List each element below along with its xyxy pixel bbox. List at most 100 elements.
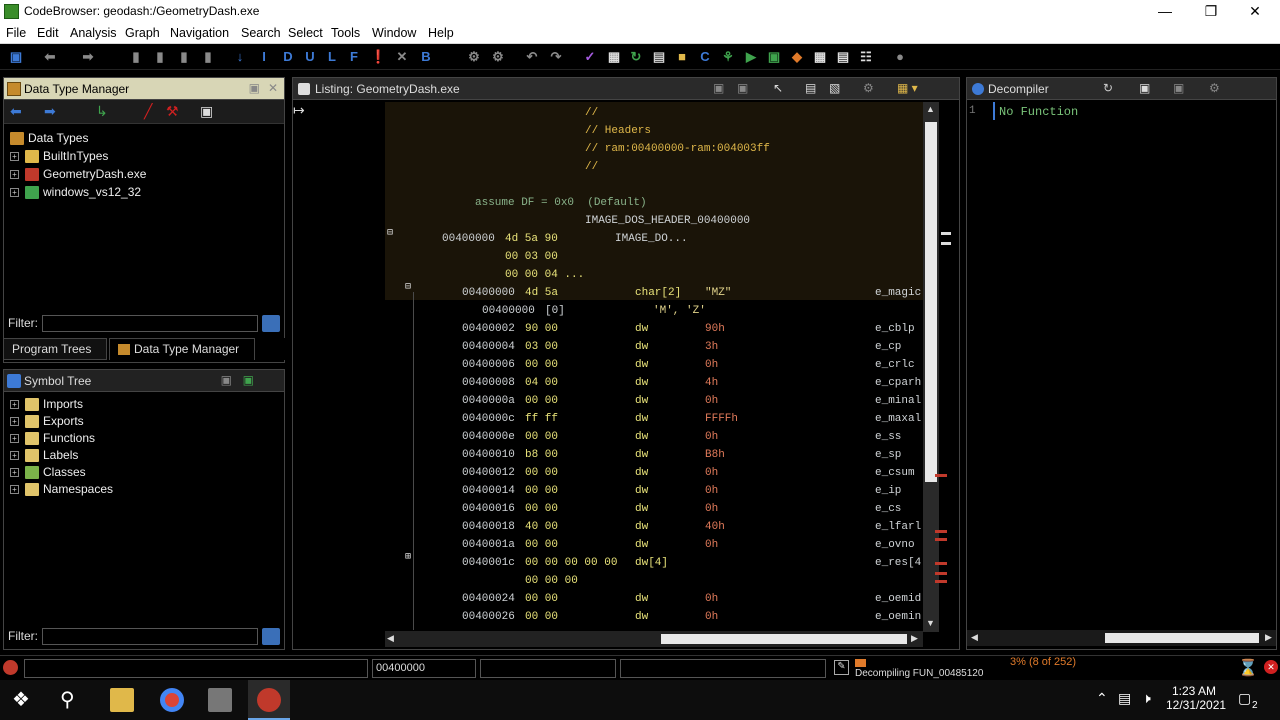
field-name[interactable]: e_sp <box>875 447 901 463</box>
address[interactable]: 00400002 <box>462 321 515 337</box>
tool-icon-3[interactable]: ▦ <box>606 49 622 65</box>
menu-navigation[interactable]: Navigation <box>170 26 229 40</box>
pane-option-icon[interactable]: ▣ <box>249 81 260 95</box>
scroll-thumb[interactable] <box>1105 633 1259 643</box>
copy-icon[interactable]: ▣ <box>1139 81 1150 95</box>
snapshot-icon[interactable]: ⚙ <box>863 81 874 95</box>
tool-icon-8[interactable]: ☷ <box>858 49 874 65</box>
menu-file[interactable]: File <box>6 26 26 40</box>
field-name[interactable]: e_ovno <box>875 537 915 553</box>
nav-icon-1[interactable]: ▮ <box>128 49 144 65</box>
back-icon[interactable]: ⬅ <box>10 103 22 120</box>
label-icon[interactable]: L <box>324 49 340 65</box>
expand-icon[interactable]: ⊞ <box>405 550 411 566</box>
help-icon[interactable]: ● <box>892 49 908 65</box>
field-name[interactable]: e_cs <box>875 501 901 517</box>
symbol-namespaces[interactable]: + Namespaces <box>10 482 113 497</box>
ghidra-task-button[interactable] <box>248 680 290 720</box>
refresh-icon[interactable]: ↻ <box>628 49 644 65</box>
listing-horizontal-scrollbar[interactable]: ◀ ▶ <box>385 631 923 647</box>
field-name[interactable]: e_maxal <box>875 411 921 427</box>
diamond-icon[interactable]: ◆ <box>789 49 805 65</box>
decompiler-horizontal-scrollbar[interactable]: ◀ ▶ <box>967 630 1276 646</box>
close-button[interactable]: ✕ <box>1232 0 1278 23</box>
function-icon[interactable]: F <box>346 49 362 65</box>
listing-vertical-scrollbar[interactable]: ▲ ▼ <box>923 102 939 632</box>
archive-icon[interactable]: ⚒ <box>166 103 179 120</box>
scroll-thumb[interactable] <box>661 634 907 644</box>
filter-options-icon[interactable] <box>262 628 280 645</box>
listing-content[interactable]: // // Headers // ram:00400000-ram:004003… <box>385 102 923 630</box>
field-name[interactable]: e_ip <box>875 483 901 499</box>
flow-icon-1[interactable]: ❗ <box>370 49 386 65</box>
delete-icon[interactable]: ╱ <box>144 103 152 120</box>
field-name[interactable]: e_lfarl <box>875 519 921 535</box>
cancel-task-icon[interactable]: ✕ <box>1264 660 1278 674</box>
scroll-left-icon[interactable]: ◀ <box>971 632 978 643</box>
menu-edit[interactable]: Edit <box>37 26 59 40</box>
address[interactable]: 00400026 <box>462 609 515 625</box>
window-icon[interactable]: ▣ <box>200 103 213 120</box>
graph-icon[interactable]: ⚘ <box>720 49 736 65</box>
expand-icon[interactable]: + <box>10 417 19 427</box>
tool-icon-5[interactable]: ▣ <box>766 49 782 65</box>
pane-option-icon[interactable]: ▣ <box>221 373 232 387</box>
field-editor-icon[interactable]: ▤ <box>805 81 816 95</box>
minimize-button[interactable]: — <box>1142 0 1188 23</box>
forward-icon[interactable]: ➡ <box>80 49 96 65</box>
struct-name[interactable]: IMAGE_DO... <box>615 231 688 247</box>
expand-icon[interactable]: + <box>10 434 19 444</box>
address[interactable]: 00400008 <box>462 375 515 391</box>
menu-tools[interactable]: Tools <box>331 26 360 40</box>
scroll-right-icon[interactable]: ▶ <box>1265 632 1272 643</box>
menu-search[interactable]: Search <box>241 26 281 40</box>
scroll-thumb[interactable] <box>925 122 937 482</box>
nav-icon-2[interactable]: ▮ <box>152 49 168 65</box>
app-icon[interactable] <box>208 688 232 712</box>
address[interactable]: 0040000e <box>462 429 515 445</box>
address[interactable]: 00400014 <box>462 483 515 499</box>
volume-icon[interactable]: 🕨 <box>1142 690 1151 707</box>
notification-icon[interactable]: ▢ <box>1238 690 1251 707</box>
copy-icon[interactable]: ▣ <box>713 81 724 95</box>
flow-icon-2[interactable]: ✕ <box>394 49 410 65</box>
run-icon[interactable]: ▶ <box>743 49 759 65</box>
expand-icon[interactable]: + <box>10 170 19 180</box>
address[interactable]: 0040000c <box>462 411 515 427</box>
address[interactable]: 0040000a <box>462 393 515 409</box>
back-icon[interactable]: ⬅ <box>42 49 58 65</box>
save-icon[interactable]: ▣ <box>8 49 24 65</box>
windows-start-icon[interactable]: ❖ <box>12 688 36 712</box>
scroll-left-icon[interactable]: ◀ <box>387 633 394 644</box>
chrome-icon[interactable] <box>160 688 184 712</box>
tree-item-geometrydash[interactable]: + GeometryDash.exe <box>10 167 146 182</box>
undo-icon[interactable]: ↶ <box>524 49 540 65</box>
expand-icon[interactable]: + <box>10 468 19 478</box>
undefined-icon[interactable]: U <box>302 49 318 65</box>
field-name[interactable]: e_minal <box>875 393 921 409</box>
address[interactable]: 00400006 <box>462 357 515 373</box>
field-name[interactable]: e_crlc <box>875 357 915 373</box>
field-name[interactable]: e_cblp <box>875 321 915 337</box>
tree-item-windows[interactable]: + windows_vs12_32 <box>10 185 141 200</box>
tool-icon-7[interactable]: ▤ <box>835 49 851 65</box>
field-name[interactable]: e_cp <box>875 339 901 355</box>
scroll-down-icon[interactable]: ▼ <box>926 618 935 628</box>
address[interactable]: 0040001c <box>462 555 515 571</box>
expand-icon[interactable]: + <box>10 451 19 461</box>
address[interactable]: 00400000 <box>482 303 535 319</box>
overview-marker-bar[interactable] <box>935 102 955 632</box>
field-name[interactable]: e_magic <box>875 285 921 301</box>
search-icon[interactable]: ⚲ <box>60 688 84 712</box>
snapshot-icon[interactable]: ⚙ <box>1209 81 1220 95</box>
maximize-button[interactable]: ❐ <box>1188 0 1234 23</box>
field-name[interactable]: e_cparh <box>875 375 921 391</box>
menu-window[interactable]: Window <box>372 26 416 40</box>
struct-label[interactable]: IMAGE_DOS_HEADER_00400000 <box>585 213 750 229</box>
clock[interactable]: 1:23 AM 12/31/2021 <box>1166 684 1226 712</box>
address[interactable]: 00400010 <box>462 447 515 463</box>
arrow-icon[interactable]: ↳ <box>96 103 108 120</box>
scroll-up-icon[interactable]: ▲ <box>926 104 935 114</box>
field-name[interactable]: e_oemid <box>875 591 921 607</box>
symbol-imports[interactable]: + Imports <box>10 397 83 412</box>
